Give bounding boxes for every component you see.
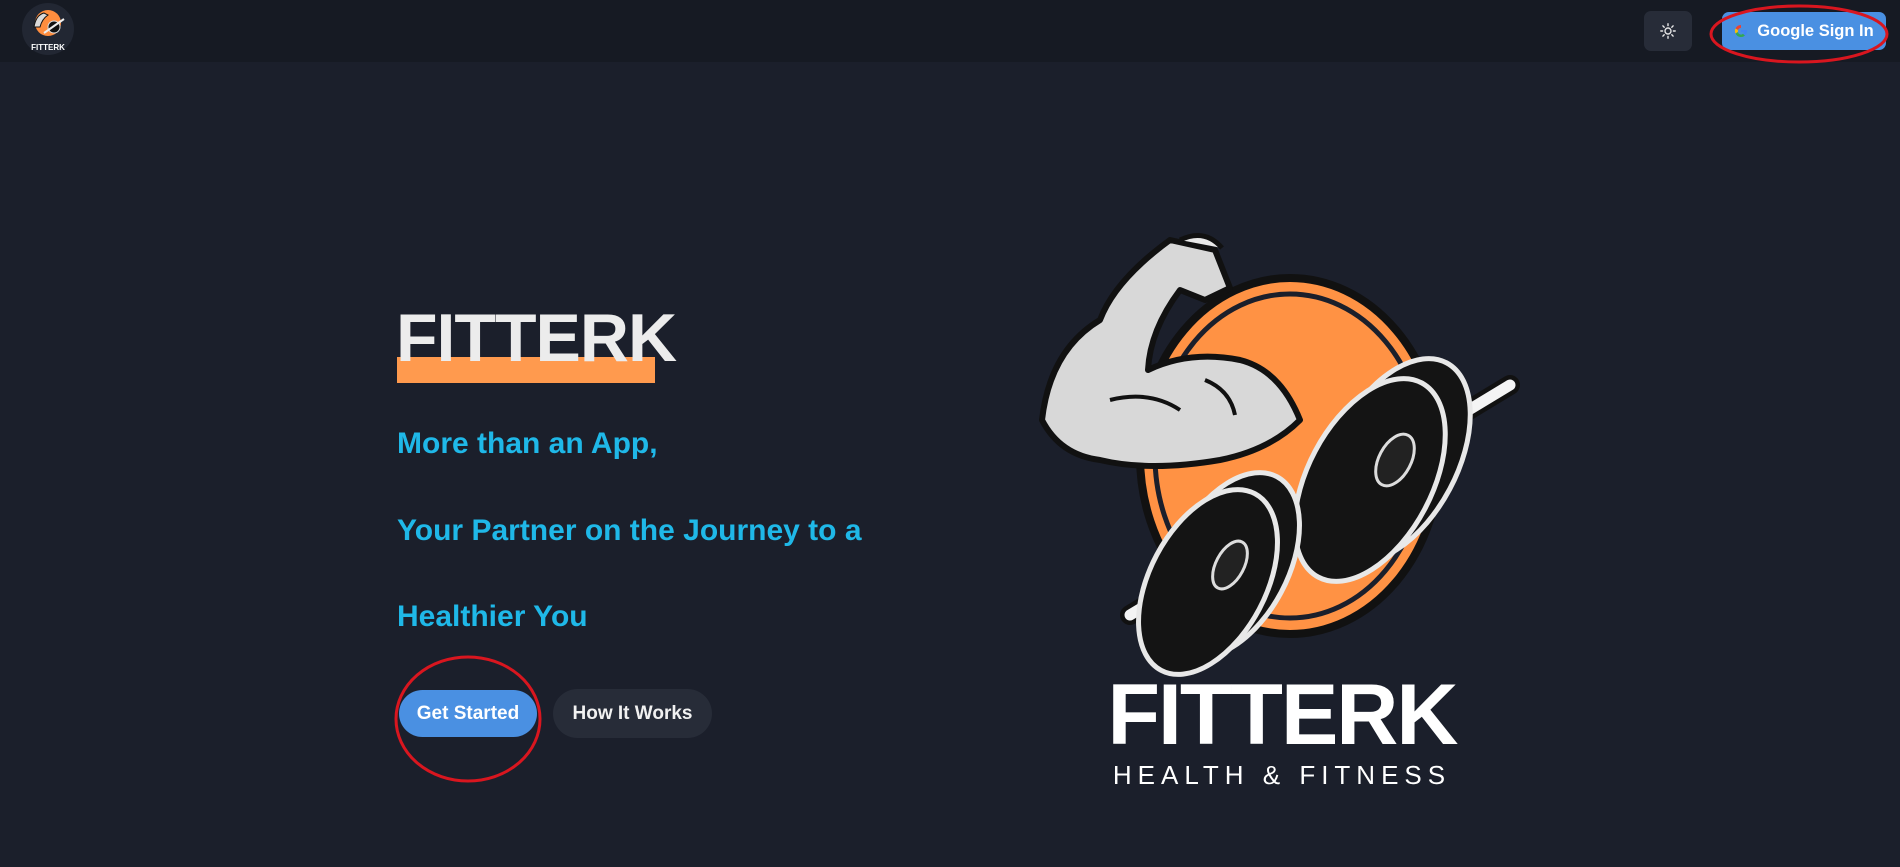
nav-logo-text: FITTERK <box>31 43 65 52</box>
theme-toggle-button[interactable] <box>1644 11 1692 51</box>
google-g-icon <box>1735 24 1748 38</box>
nav-logo[interactable]: FITTERK <box>18 3 78 59</box>
logo-subtitle-text: HEALTH & FITNESS <box>1112 760 1452 790</box>
sun-icon <box>1660 23 1676 39</box>
hero-title-text: FITTERK <box>396 300 677 376</box>
fitterk-nav-logo-icon: FITTERK <box>22 3 74 55</box>
google-sign-in-button[interactable]: Google Sign In <box>1722 12 1886 50</box>
get-started-button[interactable]: Get Started <box>399 690 537 737</box>
google-sign-in-label: Google Sign In <box>1757 21 1874 40</box>
tagline-line-2: Your Partner on the Journey to a <box>397 514 862 547</box>
logo-brand-text: FITTERK <box>1107 667 1458 763</box>
how-it-works-button[interactable]: How It Works <box>553 689 712 738</box>
hero-title: FITTERK <box>396 304 677 372</box>
navbar: FITTERK Google Sign In <box>0 0 1900 62</box>
tagline-line-1: More than an App, <box>397 427 658 460</box>
tagline-line-3: Healthier You <box>397 600 588 633</box>
fitterk-hero-logo <box>1030 220 1530 690</box>
muscle-dumbbell-icon <box>1039 233 1520 677</box>
